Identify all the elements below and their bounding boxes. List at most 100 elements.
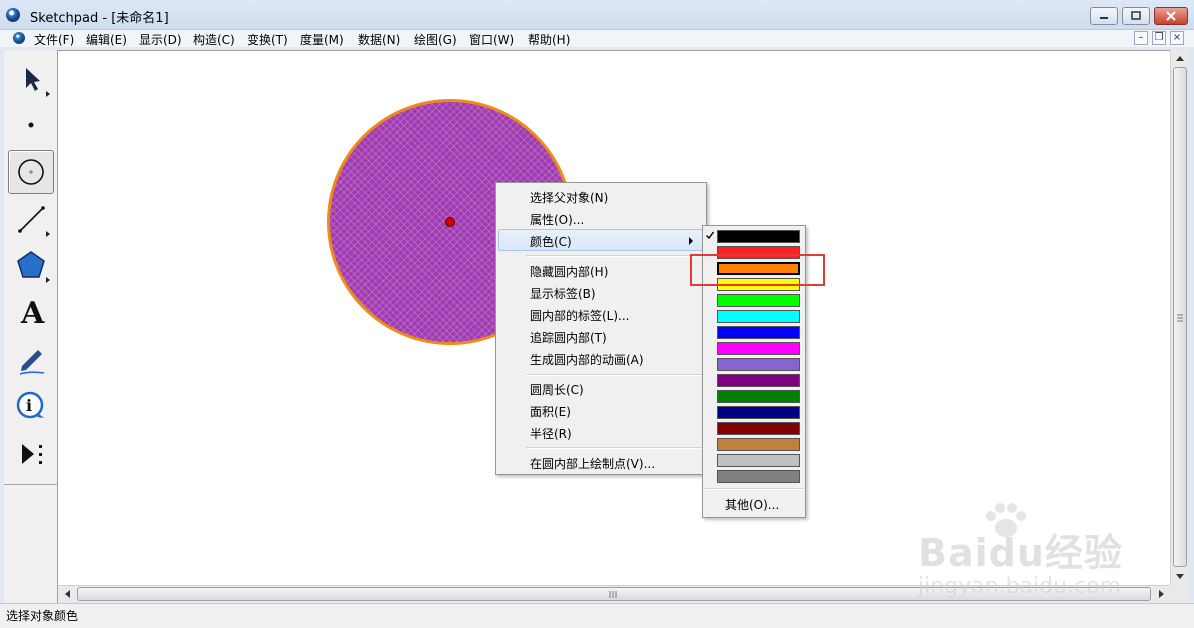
info-icon: i bbox=[16, 391, 44, 419]
scroll-left-icon[interactable] bbox=[61, 586, 75, 602]
menu-item-select-parents[interactable]: 选择父对象(N) bbox=[498, 185, 704, 207]
menu-item-label: 生成圆内部的动画(A) bbox=[530, 353, 644, 367]
minimize-button[interactable] bbox=[1090, 7, 1118, 25]
scroll-down-icon[interactable] bbox=[1171, 569, 1189, 583]
menu-item-label: 半径(R) bbox=[530, 427, 572, 441]
color-swatch[interactable] bbox=[717, 342, 800, 355]
menu-item-interior-label[interactable]: 圆内部的标签(L)... bbox=[498, 303, 704, 325]
color-swatch[interactable] bbox=[717, 422, 800, 435]
context-menu: 选择父对象(N) 属性(O)... 颜色(C) 隐藏圆内部(H) 显示标签(B)… bbox=[495, 182, 707, 475]
menu-graph[interactable]: 绘图(G) bbox=[414, 31, 457, 48]
arrow-select-tool[interactable] bbox=[8, 58, 54, 102]
color-swatch[interactable] bbox=[717, 470, 800, 483]
menu-separator bbox=[526, 374, 704, 376]
toolbox: A i bbox=[4, 50, 58, 603]
annotation-highlight-box bbox=[690, 254, 825, 286]
menu-separator bbox=[526, 447, 704, 449]
custom-tool-play-icon bbox=[22, 444, 42, 464]
doc-restore-button[interactable]: ❐ bbox=[1152, 31, 1166, 45]
minimize-icon bbox=[1100, 17, 1108, 19]
custom-tool[interactable] bbox=[8, 432, 54, 476]
circle-center-point[interactable] bbox=[445, 217, 455, 227]
doc-minimize-button[interactable]: – bbox=[1134, 31, 1148, 45]
menu-item-trace-interior[interactable]: 追踪圆内部(T) bbox=[498, 325, 704, 347]
scrollbar-corner bbox=[1170, 585, 1188, 602]
menu-edit[interactable]: 编辑(E) bbox=[86, 31, 127, 48]
menu-item-label: 隐藏圆内部(H) bbox=[530, 265, 609, 279]
checkmark-icon bbox=[706, 231, 714, 239]
vertical-scroll-thumb[interactable] bbox=[1173, 67, 1187, 567]
information-tool[interactable]: i bbox=[8, 384, 54, 428]
color-swatch[interactable] bbox=[717, 358, 800, 371]
watermark-url: jingyan.baidu.com bbox=[918, 574, 1122, 599]
menu-item-radius[interactable]: 半径(R) bbox=[498, 421, 704, 443]
polygon-tool[interactable] bbox=[8, 244, 54, 288]
window-title: Sketchpad - [未命名1] bbox=[30, 11, 169, 26]
compass-tool[interactable] bbox=[8, 150, 54, 194]
color-swatch[interactable] bbox=[717, 230, 800, 243]
menu-item-label: 颜色(C) bbox=[530, 235, 572, 249]
menu-item-color[interactable]: 颜色(C) bbox=[498, 229, 704, 251]
straightedge-tool[interactable] bbox=[8, 198, 54, 242]
restore-icon bbox=[1131, 11, 1141, 20]
document-icon[interactable] bbox=[13, 32, 25, 44]
close-icon bbox=[1166, 11, 1176, 21]
color-swatch[interactable] bbox=[717, 454, 800, 467]
doc-close-button[interactable]: × bbox=[1170, 31, 1184, 45]
scroll-up-icon[interactable] bbox=[1171, 52, 1189, 66]
menu-item-label: 选择父对象(N) bbox=[530, 191, 609, 205]
menu-help[interactable]: 帮助(H) bbox=[528, 31, 570, 48]
vertical-scrollbar[interactable] bbox=[1170, 50, 1188, 585]
color-swatch[interactable] bbox=[717, 390, 800, 403]
menu-item-properties[interactable]: 属性(O)... bbox=[498, 207, 704, 229]
maximize-button[interactable] bbox=[1122, 7, 1150, 25]
menu-item-label: 面积(E) bbox=[530, 405, 571, 419]
close-button[interactable] bbox=[1154, 7, 1188, 25]
menu-item-other-color[interactable]: 其他(O)... bbox=[725, 496, 779, 513]
menu-measure[interactable]: 度量(M) bbox=[300, 31, 344, 48]
point-tool[interactable] bbox=[8, 104, 54, 148]
menu-separator bbox=[526, 255, 704, 257]
text-tool[interactable]: A bbox=[8, 290, 54, 334]
submenu-arrow-icon bbox=[689, 237, 693, 245]
color-swatch[interactable] bbox=[717, 406, 800, 419]
marker-pen-icon bbox=[19, 350, 45, 375]
sketchpad-app-icon[interactable] bbox=[6, 8, 20, 22]
menu-transform[interactable]: 变换(T) bbox=[247, 31, 288, 48]
menu-item-plot-point-on-interior[interactable]: 在圆内部上绘制点(V)... bbox=[498, 451, 704, 473]
menu-item-area[interactable]: 面积(E) bbox=[498, 399, 704, 421]
color-swatch[interactable] bbox=[717, 310, 800, 323]
point-icon bbox=[28, 122, 34, 128]
baidu-jingyan-watermark: Baidu经验 jingyan.baidu.com bbox=[918, 500, 1158, 600]
color-swatch[interactable] bbox=[717, 438, 800, 451]
status-text: 选择对象颜色 bbox=[6, 609, 79, 623]
menu-file[interactable]: 文件(F) bbox=[34, 31, 74, 48]
color-swatch[interactable] bbox=[717, 326, 800, 339]
menu-item-animate-interior[interactable]: 生成圆内部的动画(A) bbox=[498, 347, 704, 369]
watermark-title: Baidu经验 bbox=[918, 531, 1123, 575]
menu-item-circumference[interactable]: 圆周长(C) bbox=[498, 377, 704, 399]
color-swatch[interactable] bbox=[717, 294, 800, 307]
menu-item-label: 属性(O)... bbox=[530, 213, 585, 227]
menu-bar: 文件(F) 编辑(E) 显示(D) 构造(C) 变换(T) 度量(M) 数据(N… bbox=[0, 30, 1194, 47]
tool-submenu-indicator bbox=[46, 91, 50, 97]
menu-item-label: 显示标签(B) bbox=[530, 287, 596, 301]
tool-submenu-indicator bbox=[46, 231, 50, 237]
marker-tool[interactable] bbox=[8, 338, 54, 382]
menu-construct[interactable]: 构造(C) bbox=[193, 31, 235, 48]
color-swatch[interactable] bbox=[717, 374, 800, 387]
menu-item-show-label[interactable]: 显示标签(B) bbox=[498, 281, 704, 303]
menu-item-label: 圆周长(C) bbox=[530, 383, 584, 397]
menu-display[interactable]: 显示(D) bbox=[139, 31, 182, 48]
menu-window[interactable]: 窗口(W) bbox=[469, 31, 514, 48]
menu-item-label: 在圆内部上绘制点(V)... bbox=[530, 457, 656, 471]
menu-item-hide-interior[interactable]: 隐藏圆内部(H) bbox=[498, 259, 704, 281]
svg-text:A: A bbox=[20, 296, 45, 331]
tool-submenu-indicator bbox=[46, 277, 50, 283]
grip-icon bbox=[1177, 314, 1183, 322]
svg-text:i: i bbox=[26, 396, 32, 415]
text-a-icon: A bbox=[20, 296, 45, 331]
toolbox-divider bbox=[4, 484, 58, 485]
menu-data[interactable]: 数据(N) bbox=[358, 31, 400, 48]
menu-item-label: 圆内部的标签(L)... bbox=[530, 309, 630, 323]
